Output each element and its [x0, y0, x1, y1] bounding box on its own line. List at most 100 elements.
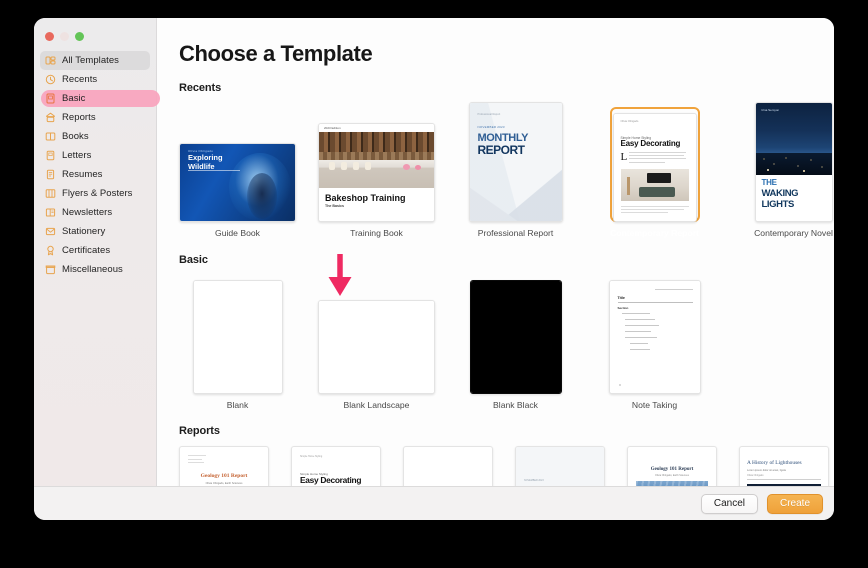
sidebar-item-label: Letters — [62, 150, 92, 161]
thumb-line1: THE — [761, 178, 777, 187]
template-card-plain-report[interactable] — [403, 446, 493, 486]
template-card-professional-report[interactable]: Professional Report NOVEMBER 2023 MONTHL… — [457, 102, 574, 239]
sidebar-item-flyers-posters[interactable]: Flyers & Posters — [40, 184, 150, 203]
reports-template-row: Geology 101 Report Olivia Obrigado, Eart… — [179, 446, 834, 486]
sidebar-item-letters[interactable]: Letters — [40, 146, 150, 165]
thumb-kicker: Professional Report — [477, 113, 501, 116]
template-card-monthly-report[interactable]: NOVEMBER 2023 NOVEMBER 2023 MONTHLY — [515, 446, 605, 486]
template-name: Blank Landscape — [336, 396, 417, 411]
thumb-title: Title — [617, 295, 625, 300]
template-card-blank[interactable]: Blank — [179, 275, 296, 411]
thumb-line3: LIGHTS — [761, 199, 795, 210]
template-thumbnail: A History of Lighthouses Lorem ipsum dol… — [739, 446, 829, 486]
template-card-geology-report[interactable]: Geology 101 Report Olivia Obrigado, Eart… — [179, 446, 269, 486]
template-thumbnail — [469, 279, 562, 394]
thumb-title: A History of Lighthouses — [747, 460, 802, 467]
sidebar-item-label: Miscellaneous — [62, 264, 123, 275]
template-name: Blank Black — [493, 399, 538, 410]
basic-doc-icon — [45, 93, 56, 104]
sidebar-item-label: Resumes — [62, 169, 103, 180]
book-icon — [45, 131, 56, 142]
template-name: Training Book — [350, 228, 403, 238]
sidebar-item-all-templates[interactable]: All Templates — [40, 51, 150, 70]
resume-icon — [45, 169, 56, 180]
recents-template-row: Olivia Obrigado Exploring Wildlife Guide … — [179, 102, 834, 249]
sidebar-item-label: Books — [62, 131, 89, 142]
template-card-easy-decorating[interactable]: Simple Home Styling Simple Home Styling … — [291, 446, 381, 486]
section-heading-reports: Reports — [179, 425, 220, 438]
minimize-window-button[interactable] — [60, 32, 69, 41]
template-thumbnail: Olivia Obrigado Simple Home Styling Easy… — [612, 113, 697, 222]
thumb-kicker: Irina Semyon — [761, 108, 780, 112]
thumb-subtitle: The Basics — [325, 204, 344, 208]
template-card-contemporary-novel[interactable]: Irina Semyon THE WAKING LIGHTS Contempor… — [735, 102, 834, 239]
template-thumbnail: Title Section — [608, 279, 701, 394]
sidebar-item-label: Basic — [62, 93, 86, 104]
template-thumbnail: Geology 101 Report Olivia Obrigado, Eart… — [627, 446, 717, 486]
sidebar-item-label: Stationery — [62, 226, 106, 237]
report-icon — [45, 112, 56, 123]
template-card-history-of-lighthouses[interactable]: A History of Lighthouses Lorem ipsum dol… — [739, 446, 829, 486]
close-window-button[interactable] — [45, 32, 54, 41]
template-card-contemporary-report[interactable]: Olivia Obrigado Simple Home Styling Easy… — [596, 103, 713, 249]
sidebar-item-reports[interactable]: Reports — [40, 108, 150, 127]
template-name: Contemporary Novel — [754, 228, 833, 238]
flyer-icon — [45, 188, 56, 199]
sidebar-item-resumes[interactable]: Resumes — [40, 165, 150, 184]
zoom-window-button[interactable] — [75, 32, 84, 41]
template-thumbnail — [318, 299, 435, 394]
template-gallery[interactable]: Choose a Template Recents Olivia Obrigad… — [157, 18, 834, 486]
template-chooser-window: All Templates Recents Basic Reports Book… — [34, 18, 834, 520]
window-traffic-lights — [34, 24, 156, 50]
template-card-guide-book[interactable]: Olivia Obrigado Exploring Wildlife Guide … — [179, 103, 296, 239]
basic-template-row: Blank Blank Landscape Blank Black Title … — [179, 275, 834, 411]
template-thumbnail: Professional Report NOVEMBER 2023 MONTHL… — [468, 102, 563, 222]
thumb-dropcap: L — [620, 151, 628, 163]
template-thumbnail: Geology 101 Report Olivia Obrigado, Eart… — [179, 446, 269, 486]
sidebar-item-books[interactable]: Books — [40, 127, 150, 146]
thumb-subtitle: Section — [617, 305, 629, 310]
screenshot-root: All Templates Recents Basic Reports Book… — [0, 0, 868, 568]
sidebar-item-label: Reports — [62, 112, 96, 123]
stationery-icon — [45, 226, 56, 237]
template-card-training-book[interactable]: 2023 Edition Bakeshop Training The Basic… — [318, 103, 435, 239]
template-thumbnail: Irina Semyon THE WAKING LIGHTS — [754, 102, 833, 222]
template-card-blank-black[interactable]: Blank Black — [457, 275, 574, 411]
sidebar-item-label: Flyers & Posters — [62, 188, 133, 199]
thumb-title: Geology 101 Report — [650, 467, 694, 473]
thumb-line2: REPORT — [477, 143, 526, 157]
create-button[interactable]: Create — [766, 493, 823, 514]
thumb-title: Geology 101 Report — [200, 473, 248, 480]
certificate-icon — [45, 245, 56, 256]
template-name: Note Taking — [631, 399, 678, 410]
sidebar-item-label: Newsletters — [62, 207, 113, 218]
clock-icon — [45, 74, 56, 85]
sidebar-item-basic[interactable]: Basic — [40, 89, 160, 108]
thumb-subtitle: Olivia Obrigado, Earth Sciences — [205, 482, 243, 486]
template-thumbnail — [403, 446, 493, 486]
template-card-geology-report-blue[interactable]: Geology 101 Report Olivia Obrigado, Eart… — [627, 446, 717, 486]
thumb-kicker: Simple Home Styling — [300, 455, 323, 459]
sidebar-item-newsletters[interactable]: Newsletters — [40, 203, 150, 222]
pink-highlight-marker — [41, 90, 160, 107]
sidebar-item-stationery[interactable]: Stationery — [40, 222, 150, 241]
template-thumbnail: NOVEMBER 2023 NOVEMBER 2023 MONTHLY — [515, 446, 605, 486]
template-name: Guide Book — [215, 228, 260, 238]
sidebar-item-recents[interactable]: Recents — [40, 70, 150, 89]
template-card-blank-landscape[interactable]: Blank Landscape — [318, 275, 435, 411]
template-thumbnail: Olivia Obrigado Exploring Wildlife — [179, 143, 296, 222]
newsletter-icon — [45, 207, 56, 218]
sidebar-item-label: All Templates — [62, 55, 119, 66]
page-title: Choose a Template — [179, 41, 373, 66]
sidebar-item-certificates[interactable]: Certificates — [40, 241, 150, 260]
cancel-button[interactable]: Cancel — [700, 493, 758, 514]
window-body: All Templates Recents Basic Reports Book… — [34, 18, 834, 486]
sidebar-item-label: Recents — [62, 74, 98, 85]
template-thumbnail: 2023 Edition Bakeshop Training The Basic… — [318, 123, 435, 222]
dialog-footer: Cancel Create — [34, 486, 834, 520]
sidebar-item-miscellaneous[interactable]: Miscellaneous — [40, 260, 150, 279]
thumb-subtitle: Lorem ipsum dolor sit amet, ligula — [747, 469, 786, 473]
sidebar-category-list: All Templates Recents Basic Reports Book… — [34, 50, 160, 279]
template-card-note-taking[interactable]: Title Section Note Taking — [596, 275, 713, 411]
template-name: Contemporary Report — [610, 227, 699, 249]
